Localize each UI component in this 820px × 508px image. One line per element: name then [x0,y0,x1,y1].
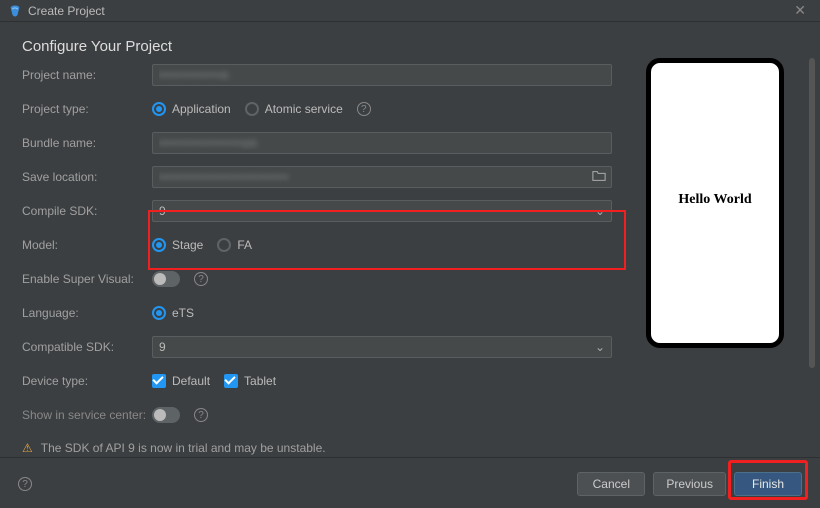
app-logo-icon [8,4,22,18]
label-enable-super-visual: Enable Super Visual: [22,272,152,286]
help-icon[interactable]: ? [357,102,371,116]
label-device-type: Device type: [22,374,152,388]
radio-application[interactable]: Application [152,102,231,116]
radio-ring-icon [217,238,231,252]
previous-button[interactable]: Previous [653,472,726,496]
help-icon[interactable]: ? [18,477,32,491]
service-center-toggle[interactable] [152,407,180,423]
preview-column: Hello World [646,58,806,448]
compile-sdk-value: 9 [159,204,166,218]
device-preview: Hello World [646,58,784,348]
label-model: Model: [22,238,152,252]
radio-fa-label: FA [237,238,252,252]
checkbox-tablet[interactable]: Tablet [224,374,276,388]
preview-text: Hello World [678,192,751,208]
checkbox-icon [224,374,238,388]
label-project-name: Project name: [22,68,152,82]
checkbox-icon [152,374,166,388]
super-visual-toggle[interactable] [152,271,180,287]
label-compile-sdk: Compile SDK: [22,204,152,218]
compile-sdk-select[interactable]: 9 ⌄ [152,200,612,222]
page-heading: Configure Your Project [22,38,820,55]
label-show-service-center: Show in service center: [22,408,152,422]
radio-stage-label: Stage [172,238,203,252]
radio-dot-icon [152,306,166,320]
warning-icon: ⚠ [22,441,33,455]
radio-ring-icon [245,102,259,116]
radio-dot-icon [152,102,166,116]
label-compatible-sdk: Compatible SDK: [22,340,152,354]
form-column: Project name: Project type: Application … [0,58,646,448]
compatible-sdk-select[interactable]: 9 ⌄ [152,336,612,358]
radio-atomic-service[interactable]: Atomic service [245,102,343,116]
chevron-down-icon: ⌄ [595,204,605,218]
help-icon[interactable]: ? [194,408,208,422]
label-language: Language: [22,306,152,320]
help-icon[interactable]: ? [194,272,208,286]
radio-atomic-service-label: Atomic service [265,102,343,116]
radio-ets[interactable]: eTS [152,306,194,320]
scrollbar[interactable] [806,58,820,448]
folder-icon[interactable] [592,169,606,183]
button-bar: ? Cancel Previous Finish [0,460,820,508]
checkbox-tablet-label: Tablet [244,374,276,388]
checkbox-default-label: Default [172,374,210,388]
label-project-type: Project type: [22,102,152,116]
project-name-input[interactable] [152,64,612,86]
title-bar: Create Project ✕ [0,0,820,22]
label-bundle-name: Bundle name: [22,136,152,150]
radio-application-label: Application [172,102,231,116]
radio-fa[interactable]: FA [217,238,252,252]
close-icon[interactable]: ✕ [788,2,812,19]
checkbox-default[interactable]: Default [152,374,210,388]
scrollbar-thumb[interactable] [809,58,815,368]
radio-ets-label: eTS [172,306,194,320]
warning-text: The SDK of API 9 is now in trial and may… [41,441,326,455]
label-save-location: Save location: [22,170,152,184]
radio-dot-icon [152,238,166,252]
save-location-input[interactable] [152,166,612,188]
window-title: Create Project [28,4,788,18]
finish-button[interactable]: Finish [734,472,802,496]
chevron-down-icon: ⌄ [595,340,605,354]
warning-bar: ⚠ The SDK of API 9 is now in trial and m… [0,438,820,458]
radio-stage[interactable]: Stage [152,238,203,252]
bundle-name-input[interactable] [152,132,612,154]
compatible-sdk-value: 9 [159,340,166,354]
cancel-button[interactable]: Cancel [577,472,645,496]
